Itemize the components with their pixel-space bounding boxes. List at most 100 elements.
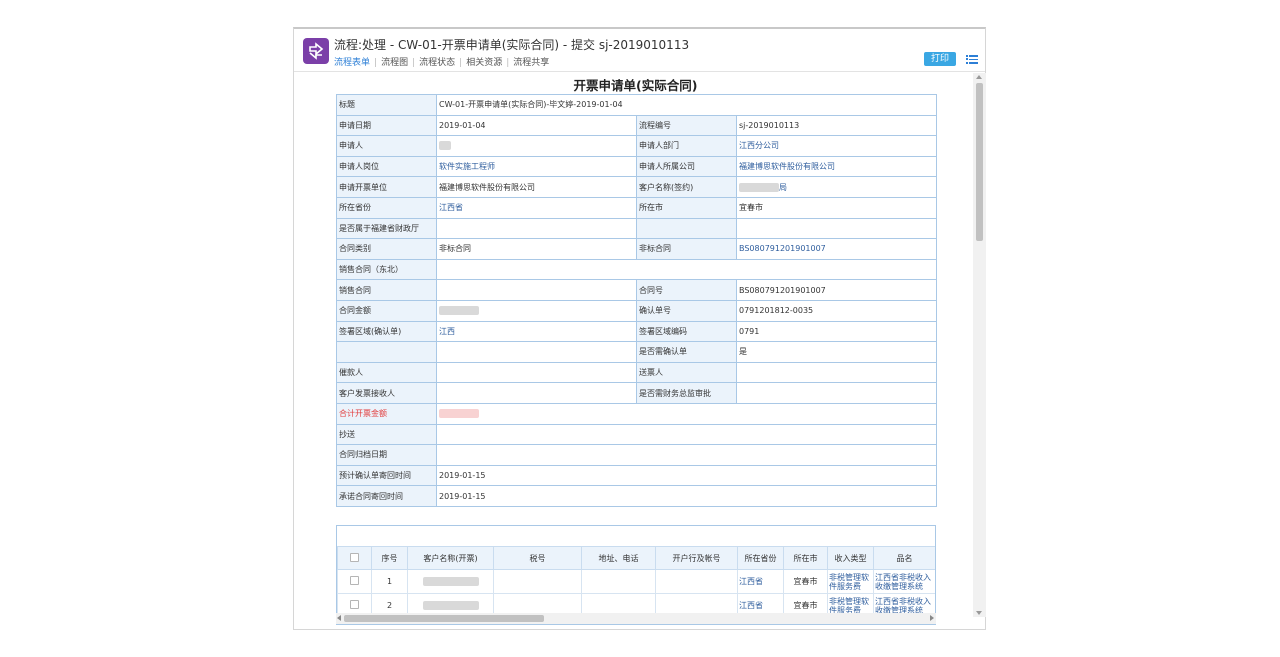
sales-contract-value[interactable]	[436, 279, 637, 301]
horizontal-scroll-thumb[interactable]	[344, 615, 544, 622]
form-row-subject: 标题 CW-01-开票申请单(实际合同)-毕文婷-2019-01-04	[336, 94, 938, 116]
list-menu-icon[interactable]	[966, 53, 978, 65]
process-window: 流程:处理 - CW-01-开票申请单(实际合同) - 提交 sj-201901…	[293, 27, 986, 630]
archive-date-value[interactable]	[435, 444, 938, 466]
total-amount-value[interactable]	[435, 402, 938, 425]
detail-header-row: 序号 客户名称(开票) 税号 地址、电话 开户行及帐号 所在省份 所在市 收入类…	[337, 546, 935, 570]
vertical-scroll-thumb[interactable]	[976, 83, 983, 241]
collector-value[interactable]	[436, 361, 637, 384]
archive-date-label: 合同归档日期	[336, 444, 437, 466]
apply-date-value[interactable]: 2019-01-04	[436, 114, 637, 137]
redacted-text	[439, 409, 479, 419]
form-row: 申请开票单位 福建博思软件股份有限公司 客户名称(签约) 局	[336, 176, 938, 198]
invoice-detail-table: 序号 客户名称(开票) 税号 地址、电话 开户行及帐号 所在省份 所在市 收入类…	[337, 546, 935, 618]
collector-label: 催款人	[336, 361, 437, 384]
confirm-return-value[interactable]: 2019-01-15	[435, 464, 938, 487]
tax-no-cell[interactable]	[493, 569, 582, 594]
row-checkbox[interactable]	[350, 576, 359, 585]
applicant-post-label: 申请人岗位	[336, 155, 437, 178]
redacted-text	[422, 601, 479, 610]
province-value[interactable]: 江西省	[436, 196, 637, 219]
tab-process-status[interactable]: 流程状态	[419, 58, 455, 68]
table-row[interactable]: 1 江西省 宜春市 非税管理软件服务费 江西省非税收入收缴管理系统	[337, 569, 935, 594]
scroll-right-arrow-icon[interactable]	[930, 615, 934, 621]
nonstandard-contract-value[interactable]: BS080791201901007	[735, 238, 938, 260]
city-value[interactable]: 宜春市	[735, 196, 938, 219]
contract-no-value[interactable]: BS080791201901007	[735, 279, 938, 301]
form-row-sales-dongbei: 销售合同（东北）	[336, 258, 938, 281]
contract-amount-label: 合同金额	[336, 299, 437, 322]
applicant-dept-value[interactable]: 江西分公司	[735, 135, 938, 157]
customer-name-label: 客户名称(签约)	[636, 176, 737, 198]
col-header: 收入类型	[827, 546, 874, 570]
invoice-receiver-value[interactable]	[436, 382, 637, 404]
print-button[interactable]: 打印	[924, 52, 956, 66]
col-header: 客户名称(开票)	[407, 546, 494, 570]
apply-date-label: 申请日期	[336, 114, 437, 137]
need-confirm-label: 是否需确认单	[636, 341, 737, 363]
form-row: 申请日期 2019-01-04 流程编号 sj-2019010113	[336, 114, 938, 137]
form-title: 开票申请单(实际合同)	[573, 78, 698, 93]
select-all-checkbox[interactable]	[350, 552, 359, 562]
form-row: 签署区域(确认单) 江西 签署区域编码 0791	[336, 320, 938, 343]
form-row: 是否需确认单 是	[336, 341, 938, 363]
form-row: 催款人 送票人	[336, 361, 938, 384]
empty-value[interactable]	[436, 341, 637, 363]
col-header: 税号	[493, 546, 582, 570]
col-header: 所在市	[783, 546, 828, 570]
tab-process-share[interactable]: 流程共享	[513, 58, 549, 68]
form-row: 所在省份 江西省 所在市 宜春市	[336, 196, 938, 219]
confirm-return-label: 预计确认单寄回时间	[336, 464, 437, 487]
process-no-value[interactable]: sj-2019010113	[735, 114, 938, 137]
city-cell[interactable]: 宜春市	[783, 569, 828, 594]
vertical-scrollbar[interactable]	[973, 73, 986, 617]
form-row: 合同金额 确认单号 0791201812-0035	[336, 299, 938, 322]
tab-process-chart[interactable]: 流程图	[381, 58, 408, 68]
applicant-company-value[interactable]: 福建博思软件股份有限公司	[735, 155, 938, 178]
horizontal-scrollbar[interactable]	[336, 613, 936, 624]
row-no: 1	[371, 569, 408, 594]
empty-value[interactable]	[735, 217, 938, 240]
scroll-left-arrow-icon[interactable]	[337, 615, 341, 621]
tab-separator: |	[374, 58, 378, 68]
form-row-contract-return: 承诺合同寄回时间 2019-01-15	[336, 485, 938, 507]
subject-value[interactable]: CW-01-开票申请单(实际合同)-毕文婷-2019-01-04	[435, 94, 938, 116]
redacted-text	[739, 182, 779, 192]
tab-process-form[interactable]: 流程表单	[334, 58, 370, 68]
customer-name-cell[interactable]	[407, 569, 494, 594]
customer-name-value[interactable]: 局	[735, 176, 938, 198]
invoice-sender-value[interactable]	[735, 361, 938, 384]
applicant-value[interactable]	[436, 135, 637, 157]
sign-region-value[interactable]: 江西	[436, 320, 637, 343]
form-row: 是否属于福建省财政厅	[336, 217, 938, 240]
cfo-approval-value[interactable]	[735, 382, 938, 404]
product-cell[interactable]: 江西省非税收入收缴管理系统	[873, 569, 935, 594]
subject-label: 标题	[336, 94, 437, 116]
applicant-label: 申请人	[336, 135, 437, 157]
row-select-cell	[337, 569, 372, 594]
province-cell[interactable]: 江西省	[737, 569, 784, 594]
confirm-no-value[interactable]: 0791201812-0035	[735, 299, 938, 322]
bank-cell[interactable]	[655, 569, 738, 594]
row-checkbox[interactable]	[350, 600, 359, 609]
applicant-post-value[interactable]: 软件实施工程师	[436, 155, 637, 178]
city-label: 所在市	[636, 196, 737, 219]
sign-region-code-value[interactable]: 0791	[735, 320, 938, 343]
scroll-up-arrow-icon[interactable]	[976, 75, 982, 79]
income-type-cell[interactable]: 非税管理软件服务费	[827, 569, 874, 594]
form-row-archive: 合同归档日期	[336, 444, 938, 466]
sales-contract-dongbei-value[interactable]	[435, 258, 938, 281]
cc-value[interactable]	[435, 423, 938, 446]
col-header: 品名	[873, 546, 935, 570]
fujian-finance-value[interactable]	[436, 217, 637, 240]
tab-related-resources[interactable]: 相关资源	[466, 58, 502, 68]
need-confirm-value[interactable]: 是	[735, 341, 938, 363]
address-cell[interactable]	[581, 569, 656, 594]
scroll-down-arrow-icon[interactable]	[976, 611, 982, 615]
form-row: 合同类别 非标合同 非标合同 BS080791201901007	[336, 238, 938, 260]
contract-return-value[interactable]: 2019-01-15	[435, 485, 938, 507]
cc-label: 抄送	[336, 423, 437, 446]
contract-type-value[interactable]: 非标合同	[436, 238, 637, 260]
contract-amount-value[interactable]	[436, 299, 637, 322]
invoice-unit-value[interactable]: 福建博思软件股份有限公司	[436, 176, 637, 198]
